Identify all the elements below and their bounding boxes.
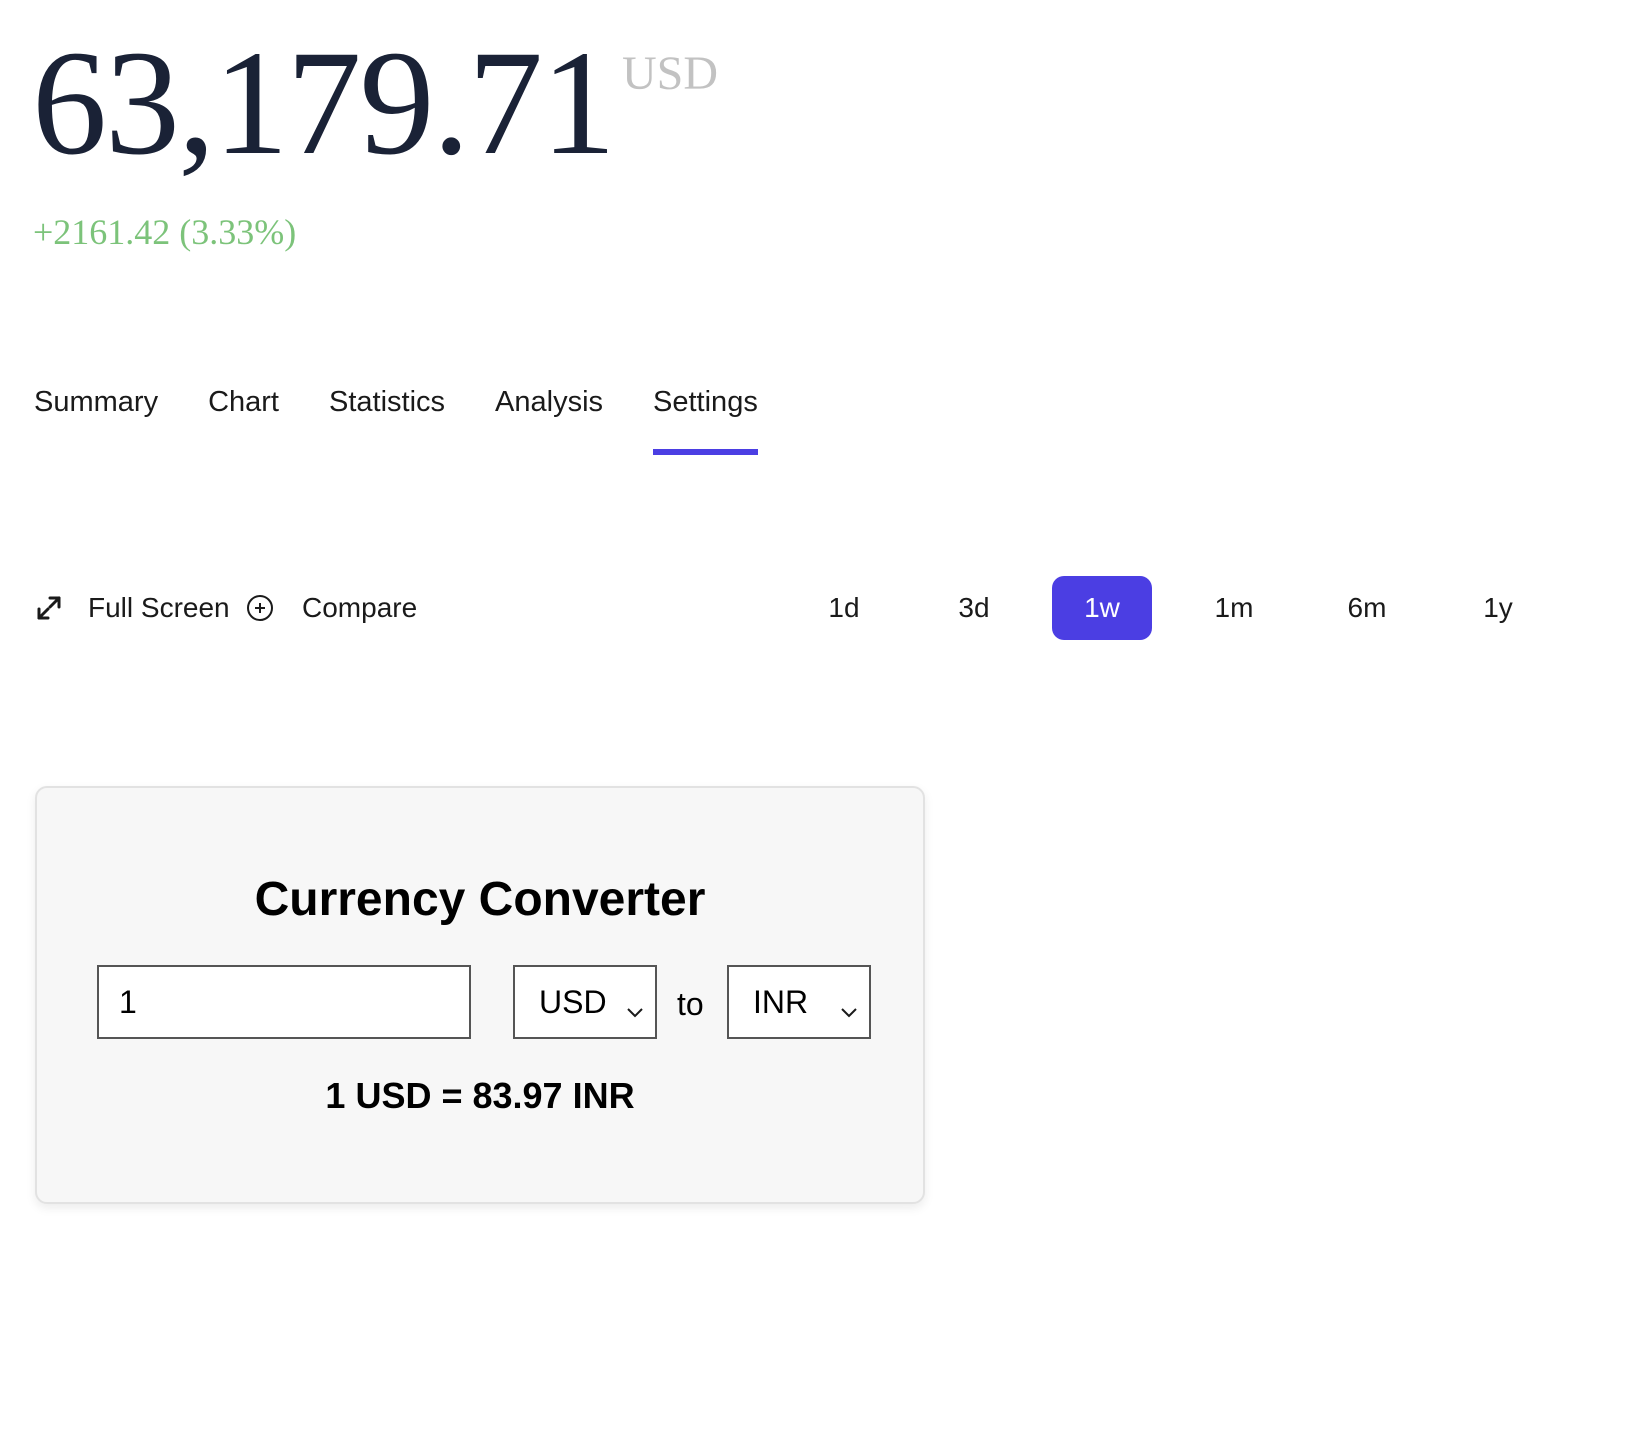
compare-label: Compare	[302, 592, 418, 623]
range-1d[interactable]: 1d	[794, 576, 894, 640]
price-value: 63,179.71	[32, 20, 616, 186]
converter-title: Currency Converter	[254, 873, 706, 926]
tab-statistics[interactable]: Statistics	[329, 382, 445, 422]
price-change: +2161.42 (3.33%)	[33, 212, 297, 252]
currency-converter-card: Currency Converter USD to INR 1 USD = 83…	[35, 786, 925, 1204]
to-currency-select[interactable]: INR	[727, 965, 871, 1039]
range-6m[interactable]: 6m	[1317, 576, 1417, 640]
tab-bar: Summary Chart Statistics Analysis Settin…	[34, 382, 758, 455]
tab-chart[interactable]: Chart	[208, 382, 279, 422]
compare-button[interactable]: Compare	[246, 576, 417, 640]
chevron-down-icon	[625, 993, 645, 1030]
range-1m[interactable]: 1m	[1184, 576, 1284, 640]
tab-analysis[interactable]: Analysis	[495, 382, 603, 422]
range-1w[interactable]: 1w	[1052, 576, 1152, 640]
range-1y[interactable]: 1y	[1448, 576, 1548, 640]
from-currency-value: USD	[539, 983, 607, 1020]
range-3d[interactable]: 3d	[924, 576, 1024, 640]
plus-circle-icon	[246, 594, 274, 622]
chevron-down-icon	[839, 993, 859, 1030]
tab-summary[interactable]: Summary	[34, 382, 158, 422]
conversion-result: 1 USD = 83.97 INR	[325, 1075, 635, 1116]
tab-settings[interactable]: Settings	[653, 382, 758, 455]
amount-input[interactable]	[97, 965, 471, 1039]
price-header: 63,179.71 USD	[32, 28, 718, 178]
price-currency: USD	[622, 47, 719, 100]
to-label: to	[677, 986, 704, 1022]
full-screen-button[interactable]: Full Screen	[34, 576, 230, 640]
from-currency-select[interactable]: USD	[513, 965, 657, 1039]
to-currency-value: INR	[753, 983, 809, 1020]
expand-arrows-icon	[34, 593, 64, 623]
full-screen-label: Full Screen	[88, 592, 230, 623]
chart-toolbar: Full Screen Compare 1d 3d 1w 1m 6m 1y	[34, 576, 1594, 640]
